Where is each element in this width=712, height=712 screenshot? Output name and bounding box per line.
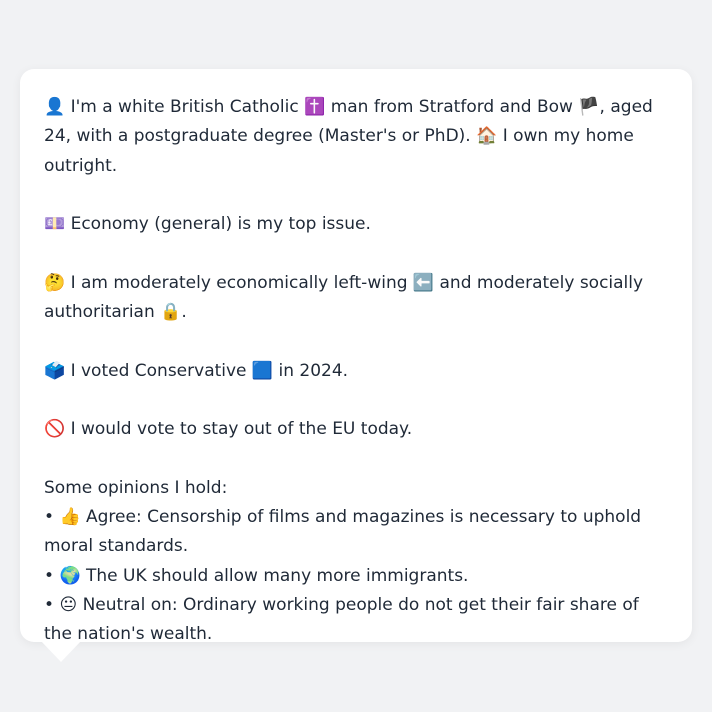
opinion-text: The UK should allow many more immigrants… — [86, 565, 469, 586]
vote-line: 🗳️ I voted Conservative 🟦 in 2024. — [44, 357, 668, 386]
bullet: • — [44, 565, 55, 586]
opinion-item: • 🌍 The UK should allow many more immigr… — [44, 562, 668, 591]
identity-text-1: I'm a white British Catholic — [70, 97, 299, 117]
thinking-face-icon: 🤔 — [44, 272, 66, 293]
opinion-item: • 😐 Neutral on: Ordinary working people … — [44, 591, 668, 650]
identity-text-2: man from Stratford and Bow — [330, 97, 573, 117]
ideology-text-3: . — [181, 302, 187, 323]
globe-icon: 🌍 — [59, 565, 81, 586]
ideology-line: 🤔 I am moderately economically left-wing… — [44, 269, 668, 328]
lock-icon: 🔒 — [160, 302, 182, 323]
eu-line: 🚫 I would vote to stay out of the EU tod… — [44, 415, 668, 444]
cross-icon: ✝️ — [304, 97, 326, 117]
ideology-text-1: I am moderately economically left-wing — [70, 272, 408, 293]
vote-text-2: in 2024. — [278, 360, 349, 381]
message-bubble: 👤 I'm a white British Catholic ✝️ man fr… — [20, 69, 692, 644]
ballot-box-icon: 🗳️ — [44, 360, 66, 381]
top-issue-line: 💷 Economy (general) is my top issue. — [44, 210, 668, 239]
opinions-heading: Some opinions I hold: — [44, 477, 228, 498]
house-icon: 🏠 — [476, 126, 498, 147]
neutral-face-icon: 😐 — [59, 595, 78, 616]
blue-square-icon: 🟦 — [251, 360, 274, 381]
eu-text: I would vote to stay out of the EU today… — [70, 419, 413, 440]
opinion-text: Agree: Censorship of films and magazines… — [44, 507, 642, 557]
opinion-item: • 👍 Agree: Censorship of films and magaz… — [44, 503, 668, 562]
prohibited-icon: 🚫 — [44, 419, 66, 440]
pound-note-icon: 💷 — [44, 214, 66, 235]
opinion-text: Neutral on: Ordinary working people do n… — [44, 595, 639, 645]
england-flag-icon: 🏴 — [578, 97, 600, 117]
bullet: • — [44, 507, 55, 528]
vote-text-1: I voted Conservative — [70, 360, 247, 381]
identity-line: 👤 I'm a white British Catholic ✝️ man fr… — [44, 93, 668, 181]
person-icon: 👤 — [44, 97, 66, 117]
top-issue-text: Economy (general) is my top issue. — [70, 214, 371, 235]
bullet: • — [44, 595, 55, 616]
left-arrow-icon: ⬅️ — [412, 272, 435, 293]
bubble-tail — [40, 640, 82, 662]
thumbs-up-icon: 👍 — [59, 507, 81, 528]
